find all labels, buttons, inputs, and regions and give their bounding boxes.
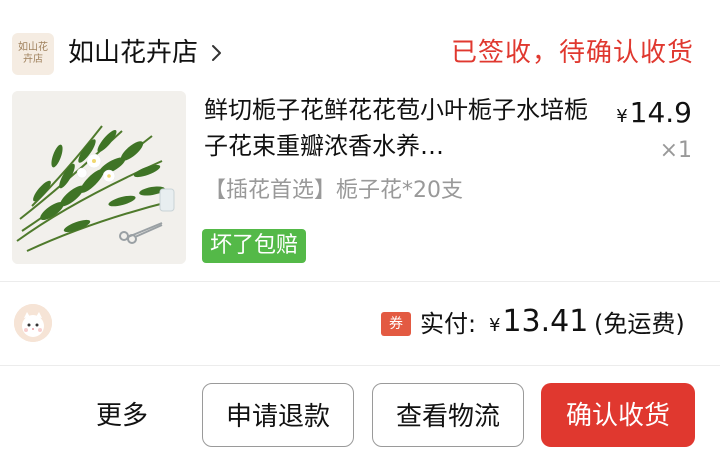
avatar[interactable] [14, 304, 52, 342]
store-logo[interactable]: 如山花 卉店 [12, 33, 54, 75]
store-link[interactable]: 如山花卉店 [68, 34, 226, 72]
product-title[interactable]: 鲜切栀子花鲜花花苞小叶栀子水培栀子花束重瓣浓香水养… [204, 92, 596, 164]
divider [0, 365, 720, 366]
guarantee-badge: 坏了包赔 [202, 229, 307, 263]
shipping-note: (免运费) [594, 310, 685, 338]
product-image[interactable] [12, 91, 186, 264]
coupon-tag: 券 [381, 312, 411, 336]
paid-label: 实付: [420, 310, 477, 338]
more-button[interactable]: 更多 [96, 396, 148, 436]
paid-currency-symbol: ¥ [489, 315, 501, 336]
store-name: 如山花卉店 [68, 38, 199, 68]
store-logo-line1: 如山花 [18, 42, 48, 53]
chevron-right-icon [212, 45, 222, 61]
divider [0, 281, 720, 282]
paid-amount-value: 13.41 [502, 304, 589, 339]
price-currency-symbol: ¥ [616, 106, 628, 127]
avatar-cat-icon [14, 304, 52, 342]
product-price: ¥14.9 [616, 93, 692, 137]
price-value: 14.9 [629, 96, 692, 129]
gardenia-bouquet-image [12, 91, 186, 264]
product-quantity: ×1 [659, 138, 692, 163]
order-card: 如山花 卉店 如山花卉店 已签收，待确认收货 鲜切栀子花鲜花花苞小叶栀子水培栀子… [0, 0, 720, 455]
view-logistics-button[interactable]: 查看物流 [372, 383, 524, 447]
paid-amount: ¥13.41 [489, 298, 588, 350]
refund-button[interactable]: 申请退款 [202, 383, 354, 447]
store-logo-line2: 卉店 [23, 54, 43, 65]
order-status: 已签收，待确认收货 [450, 38, 694, 68]
product-sku: 【插花首选】栀子花*20支 [204, 178, 463, 203]
confirm-receipt-button[interactable]: 确认收货 [541, 383, 695, 447]
